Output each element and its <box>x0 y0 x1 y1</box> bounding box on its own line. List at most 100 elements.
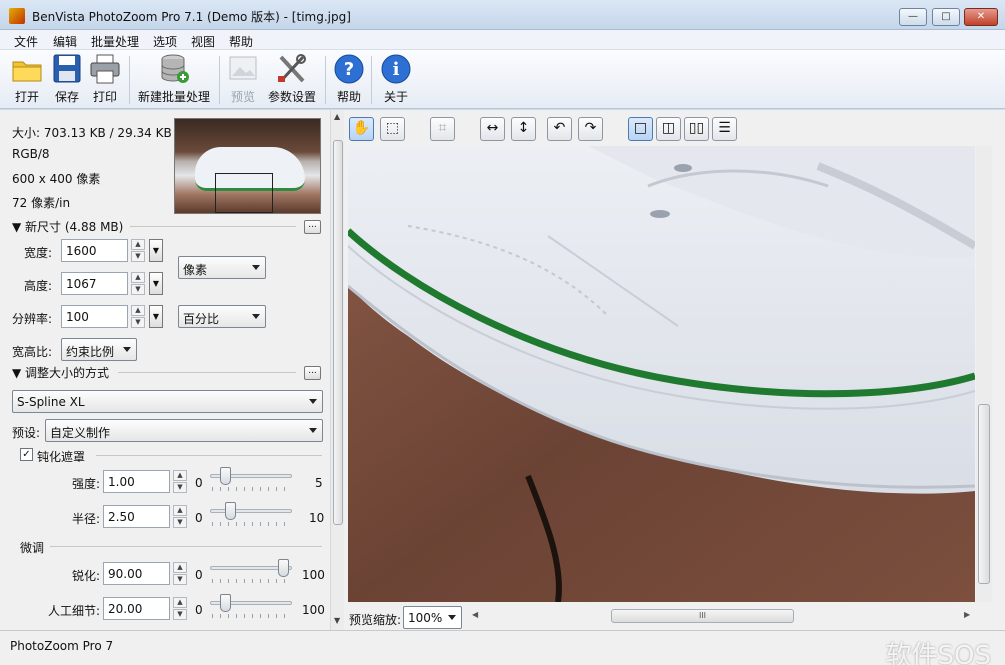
scroll-right-icon[interactable]: ▶ <box>964 610 970 619</box>
spin-up-icon[interactable]: ▲ <box>131 272 145 283</box>
width-spinner[interactable]: ▲ ▼ <box>131 239 145 262</box>
strength-label: 强度: <box>72 477 101 491</box>
spin-up-icon[interactable]: ▲ <box>173 505 187 516</box>
split-view-button[interactable]: ◫ <box>656 117 681 141</box>
crop-tool-button[interactable]: ⌗ <box>430 117 455 141</box>
aspect-select[interactable]: 约束比例 <box>61 338 137 361</box>
spin-down-icon[interactable]: ▼ <box>131 284 145 295</box>
spin-up-icon[interactable]: ▲ <box>173 597 187 608</box>
detail-min: 0 <box>195 603 203 617</box>
menu-edit[interactable]: 编辑 <box>53 33 77 50</box>
sharpen-input[interactable]: 90.00 <box>103 562 170 585</box>
radius-spinner[interactable]: ▲ ▼ <box>173 505 187 528</box>
resolution-spinner[interactable]: ▲ ▼ <box>131 305 145 328</box>
resolution-unit-value: 百分比 <box>183 312 220 326</box>
radius-slider-track[interactable] <box>210 509 292 513</box>
preview-button[interactable]: 预览 <box>227 54 259 105</box>
spin-down-icon[interactable]: ▼ <box>173 574 187 585</box>
menu-options[interactable]: 选项 <box>153 33 177 50</box>
save-button[interactable]: 保存 <box>50 54 84 105</box>
menu-view[interactable]: 视图 <box>191 33 215 50</box>
stacked-view-button[interactable]: ☰ <box>712 117 737 141</box>
scroll-left-icon[interactable]: ◀ <box>472 610 478 619</box>
new-batch-button[interactable]: 新建批量处理 <box>136 54 212 105</box>
navigator-thumbnail[interactable] <box>174 118 321 214</box>
preview-vertical-scrollbar[interactable] <box>976 146 992 602</box>
spin-up-icon[interactable]: ▲ <box>173 470 187 481</box>
preset-select[interactable]: 自定义制作 <box>45 419 323 442</box>
radius-input[interactable]: 2.50 <box>103 505 170 528</box>
open-label: 打开 <box>14 90 39 104</box>
spin-up-icon[interactable]: ▲ <box>131 239 145 250</box>
spin-up-icon[interactable]: ▲ <box>131 305 145 316</box>
detail-input[interactable]: 20.00 <box>103 597 170 620</box>
settings-scrollbar[interactable]: ▲ ▼ <box>330 110 344 630</box>
side-by-side-button[interactable]: ▯▯ <box>684 117 709 141</box>
open-button[interactable]: 打开 <box>10 54 44 105</box>
sharpen-spinner[interactable]: ▲ ▼ <box>173 562 187 585</box>
strength-input[interactable]: 1.00 <box>103 470 170 493</box>
detail-spinner[interactable]: ▲ ▼ <box>173 597 187 620</box>
resize-method-header[interactable]: ▼ 调整大小的方式 <box>12 364 109 381</box>
minimize-button[interactable]: — <box>899 8 927 26</box>
spin-down-icon[interactable]: ▼ <box>131 317 145 328</box>
height-spinner[interactable]: ▲ ▼ <box>131 272 145 295</box>
help-button[interactable]: ? 帮助 <box>333 54 365 105</box>
selection-tool-button[interactable]: ⬚ <box>380 117 405 141</box>
spin-down-icon[interactable]: ▼ <box>173 482 187 493</box>
resolution-unit-select[interactable]: 百分比 <box>178 305 266 328</box>
width-dropdown[interactable]: ▼ <box>149 239 163 262</box>
chevron-down-icon <box>448 615 456 620</box>
params-label: 参数设置 <box>267 90 316 104</box>
resize-method-select[interactable]: S-Spline XL <box>12 390 323 413</box>
detail-slider-thumb[interactable] <box>220 594 232 612</box>
spin-up-icon[interactable]: ▲ <box>173 562 187 573</box>
sharpen-slider-thumb[interactable] <box>277 559 289 577</box>
scrollbar-thumb[interactable] <box>978 404 990 584</box>
svg-text:?: ? <box>344 59 354 80</box>
resolution-dropdown[interactable]: ▼ <box>149 305 163 328</box>
strength-slider-thumb[interactable] <box>220 467 232 485</box>
resolution-input[interactable]: 100 <box>61 305 128 328</box>
fit-width-button[interactable]: ↔ <box>480 117 505 141</box>
single-view-button[interactable]: □ <box>628 117 653 141</box>
preview-image-icon <box>227 54 259 84</box>
sharpen-max: 100 <box>302 568 325 582</box>
unsharp-mask-checkbox[interactable]: ✓ <box>20 448 33 461</box>
spin-down-icon[interactable]: ▼ <box>173 517 187 528</box>
resize-method-more-button[interactable]: ... <box>304 366 321 380</box>
fit-height-button[interactable]: ↕ <box>511 117 536 141</box>
rotate-left-button[interactable]: ↶ <box>547 117 572 141</box>
new-size-header[interactable]: ▼ 新尺寸 (4.88 MB) <box>12 218 123 235</box>
menu-file[interactable]: 文件 <box>14 33 38 50</box>
scroll-down-icon[interactable]: ▼ <box>334 616 340 625</box>
scroll-up-icon[interactable]: ▲ <box>334 112 340 121</box>
zoom-select[interactable]: 100% <box>403 606 462 629</box>
preview-horizontal-scrollbar-thumb[interactable]: III <box>611 609 794 623</box>
params-button[interactable]: 参数设置 <box>266 54 318 105</box>
rotate-right-button[interactable]: ↷ <box>578 117 603 141</box>
slider-ticks <box>212 579 292 583</box>
width-label: 宽度: <box>24 246 53 260</box>
width-input[interactable]: 1600 <box>61 239 128 262</box>
viewport-rectangle[interactable] <box>215 173 273 213</box>
height-dropdown[interactable]: ▼ <box>149 272 163 295</box>
new-size-more-button[interactable]: ... <box>304 220 321 234</box>
strength-spinner[interactable]: ▲ ▼ <box>173 470 187 493</box>
height-input[interactable]: 1067 <box>61 272 128 295</box>
about-button[interactable]: i 关于 <box>380 54 412 105</box>
close-button[interactable]: ✕ <box>964 8 998 26</box>
spin-down-icon[interactable]: ▼ <box>173 609 187 620</box>
menu-batch[interactable]: 批量处理 <box>91 33 139 50</box>
size-unit-select[interactable]: 像素 <box>178 256 266 279</box>
aspect-label: 宽高比: <box>12 345 53 359</box>
print-button[interactable]: 打印 <box>88 54 122 105</box>
preview-canvas[interactable] <box>348 146 975 602</box>
radius-slider-thumb[interactable] <box>224 502 236 520</box>
spin-down-icon[interactable]: ▼ <box>131 251 145 262</box>
menu-help[interactable]: 帮助 <box>229 33 253 50</box>
divider <box>50 546 322 547</box>
hand-tool-button[interactable]: ✋ <box>349 117 374 141</box>
scrollbar-thumb[interactable] <box>333 140 343 525</box>
maximize-button[interactable]: □ <box>932 8 960 26</box>
